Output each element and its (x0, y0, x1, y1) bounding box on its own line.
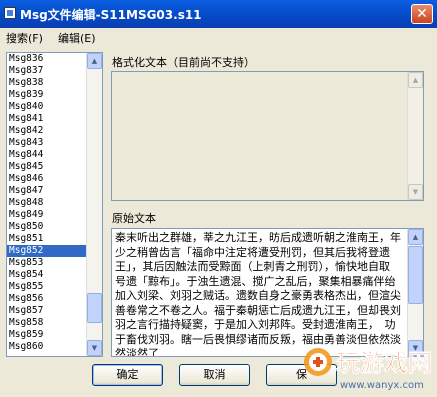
list-item[interactable]: Msg850 (7, 221, 87, 233)
scroll-up-icon[interactable]: ▲ (408, 229, 423, 245)
scroll-up-icon: ▲ (408, 72, 423, 88)
menu-bar: 搜索(F) 编辑(E) (0, 28, 437, 48)
app-icon (4, 7, 16, 19)
list-item[interactable]: Msg860 (7, 341, 87, 353)
original-text-label: 原始文本 (112, 212, 156, 225)
list-item[interactable]: Msg839 (7, 89, 87, 101)
watermark-url: www.wanyx.com (340, 380, 424, 391)
list-item[interactable]: Msg855 (7, 281, 87, 293)
formatted-text-label: 格式化文本（目前尚不支持） (112, 56, 255, 69)
scroll-thumb[interactable] (408, 246, 423, 304)
menu-edit[interactable]: 编辑(E) (58, 30, 96, 46)
list-item[interactable]: Msg842 (7, 125, 87, 137)
list-scrollbar[interactable]: ▲ ▼ (86, 53, 102, 356)
ok-button[interactable]: 确定 (92, 364, 163, 386)
cancel-button[interactable]: 取消 (179, 364, 250, 386)
scroll-down-icon: ▼ (408, 184, 423, 200)
list-item[interactable]: Msg859 (7, 329, 87, 341)
scroll-thumb[interactable] (87, 293, 102, 323)
list-item[interactable]: Msg837 (7, 65, 87, 77)
close-button[interactable]: ✕ (411, 4, 433, 24)
list-item[interactable]: Msg854 (7, 269, 87, 281)
list-item[interactable]: Msg851 (7, 233, 87, 245)
list-item[interactable]: Msg846 (7, 173, 87, 185)
list-item[interactable]: Msg856 (7, 293, 87, 305)
message-list: Msg836 Msg837 Msg838 Msg839 Msg840 Msg841 Msg8… (7, 53, 87, 356)
list-item[interactable]: Msg844 (7, 149, 87, 161)
list-item[interactable]: Msg857 (7, 305, 87, 317)
list-item[interactable]: Msg853 (7, 257, 87, 269)
menu-search[interactable]: 搜索(F) (6, 30, 43, 46)
list-item[interactable]: Msg858 (7, 317, 87, 329)
list-item[interactable]: Msg841 (7, 113, 87, 125)
list-item[interactable]: Msg840 (7, 101, 87, 113)
watermark-gamepad-icon: 玩游戏网 www.wanyx.com (304, 348, 432, 391)
original-scrollbar[interactable]: ▲ ▼ (407, 229, 423, 356)
list-item[interactable]: Msg852 (7, 245, 87, 257)
scroll-up-icon[interactable]: ▲ (87, 53, 102, 69)
list-item[interactable]: Msg847 (7, 185, 87, 197)
list-item[interactable]: Msg848 (7, 197, 87, 209)
formatted-scrollbar: ▲ ▼ (407, 72, 423, 200)
list-item[interactable]: Msg843 (7, 137, 87, 149)
list-item[interactable]: Msg838 (7, 77, 87, 89)
watermark-logo: 玩游戏网 www.wanyx.com (300, 338, 437, 394)
title-bar: Msg文件编辑-S11MSG03.s11 ✕ (0, 0, 437, 28)
list-item[interactable]: Msg849 (7, 209, 87, 221)
watermark-brand: 玩游戏网 (336, 349, 432, 377)
message-listbox[interactable]: Msg836 Msg837 Msg838 Msg839 Msg840 Msg841 Msg8… (6, 52, 103, 357)
scroll-down-icon[interactable]: ▼ (87, 340, 102, 356)
window-title: Msg文件编辑-S11MSG03.s11 (20, 8, 202, 22)
list-item[interactable]: Msg845 (7, 161, 87, 173)
formatted-text-area: ▲ ▼ (111, 71, 424, 201)
list-item[interactable]: Msg836 (7, 53, 87, 65)
